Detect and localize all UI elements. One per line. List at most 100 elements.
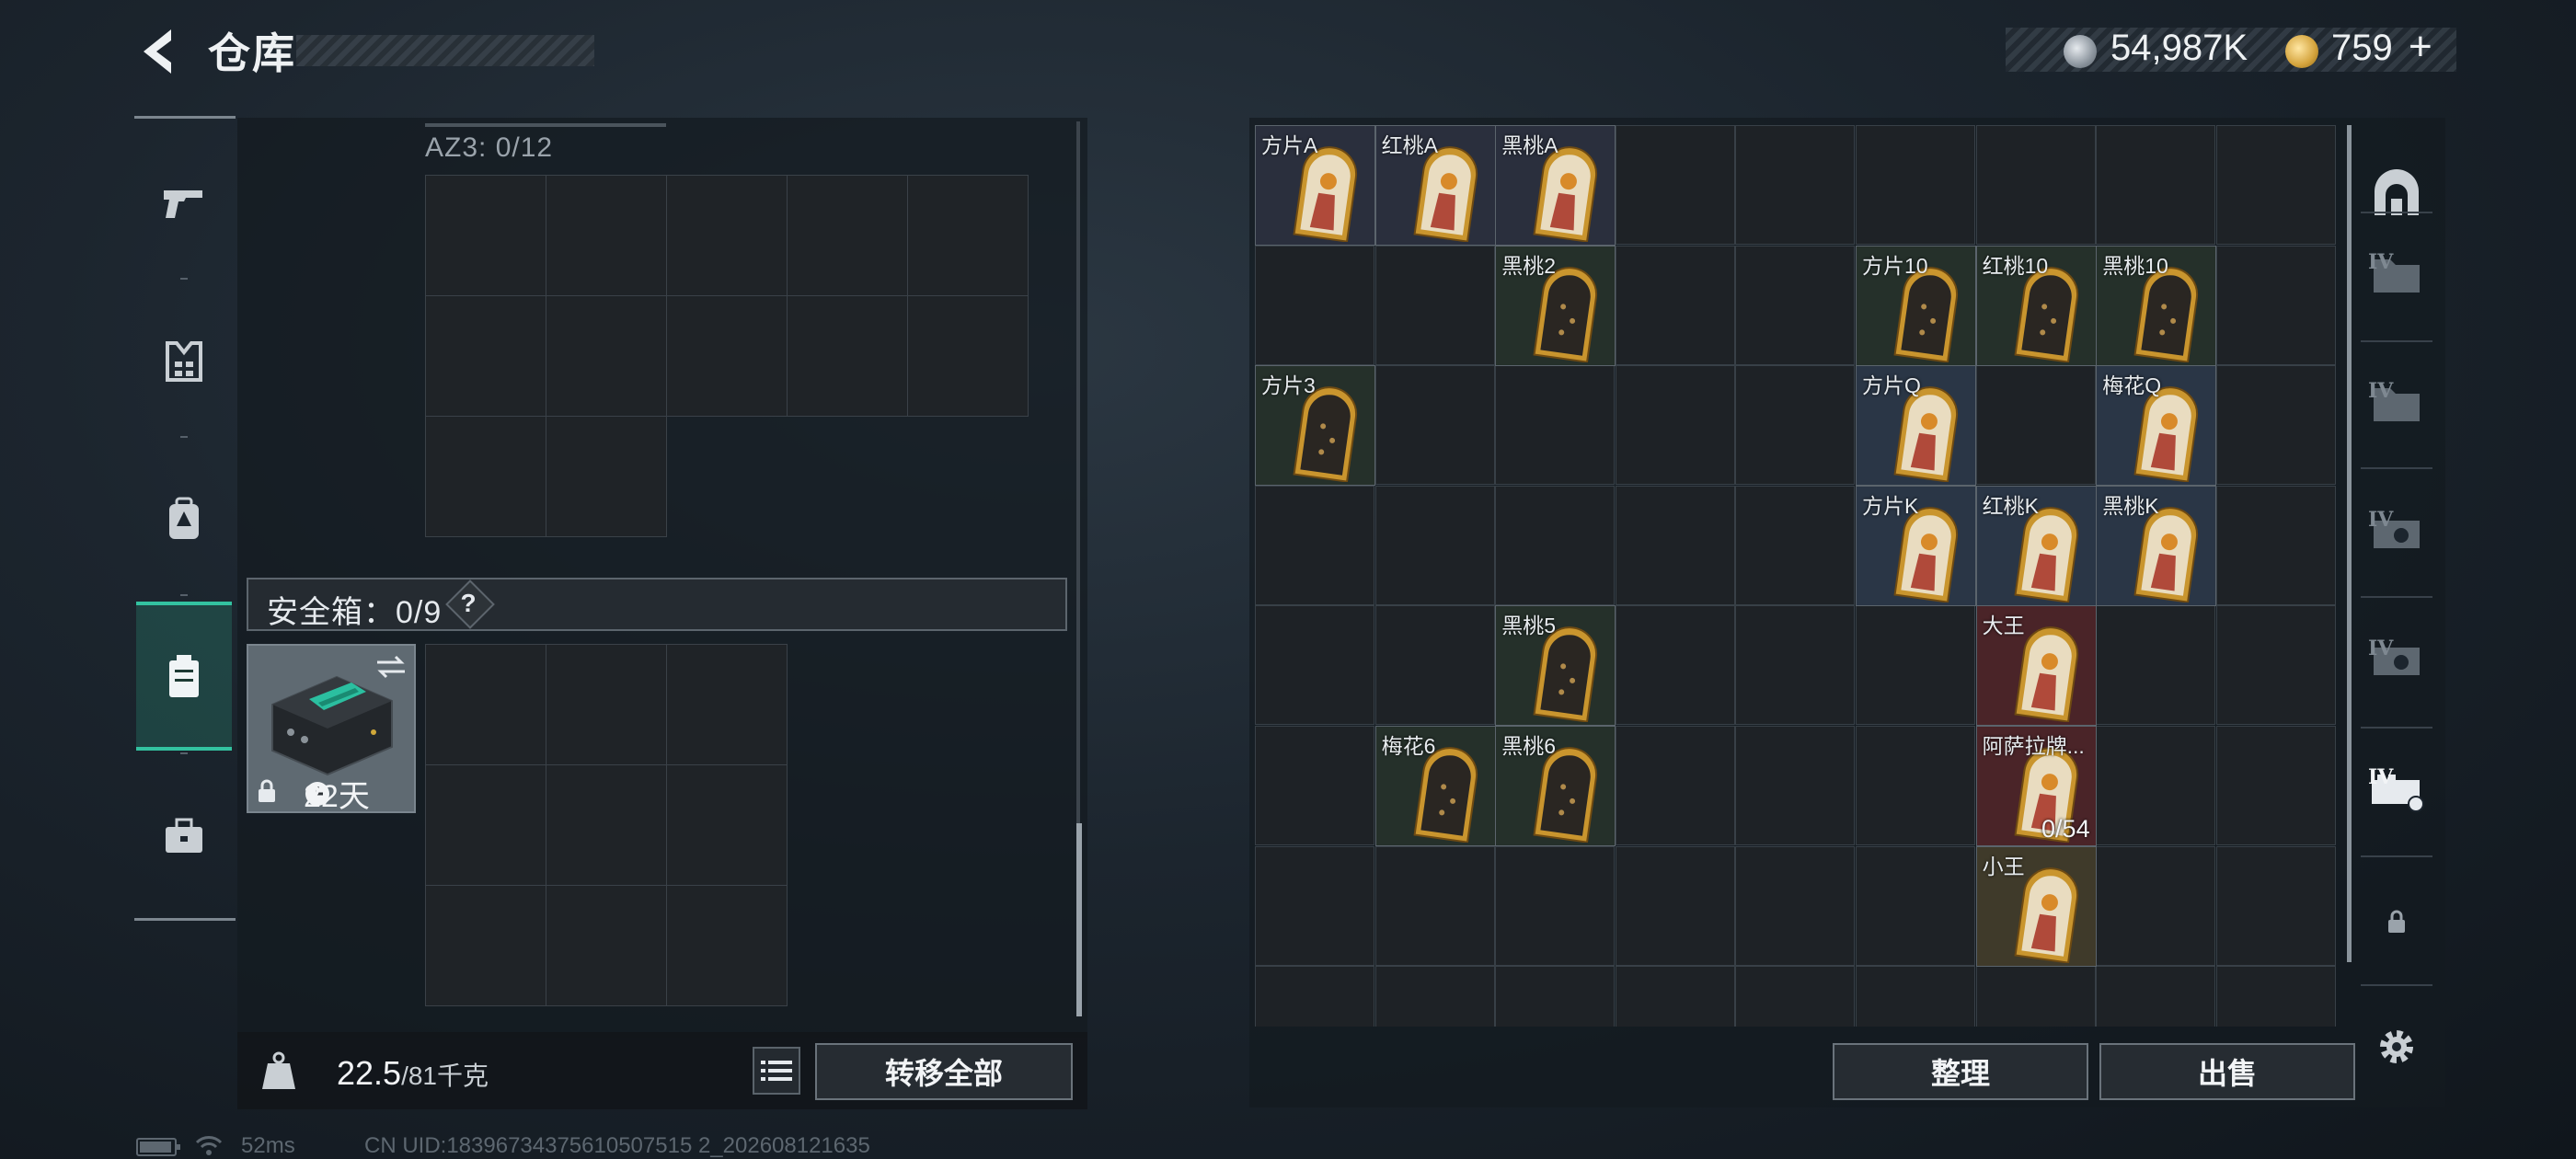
grid-cell[interactable] [546,885,667,1006]
stash-cell[interactable] [1374,845,1495,966]
sort-button[interactable]: 整理 [1833,1043,2088,1100]
stash-cell[interactable] [2215,485,2336,605]
stash-cell[interactable] [1374,245,1495,365]
stash-cell[interactable] [1735,845,1856,966]
stash-cell[interactable] [1495,845,1616,966]
card-item[interactable]: 方片3 [1255,365,1375,487]
stash-cell[interactable] [1975,966,2096,1027]
grid-cell[interactable] [546,644,667,765]
stash-tab-1[interactable] [2364,237,2429,311]
stash-cell[interactable] [1255,845,1374,966]
card-item[interactable]: 黑桃6 [1495,726,1616,846]
stash-cell[interactable] [2096,726,2216,845]
stash-cell[interactable] [2215,365,2336,486]
rail-backpack[interactable] [136,469,232,570]
stash-cell[interactable] [1615,726,1735,845]
card-item[interactable]: 方片K [1856,485,1976,606]
stash-cell[interactable] [2096,845,2216,966]
stash-cell[interactable] [1374,365,1495,486]
grid-cell[interactable] [666,885,788,1006]
stash-cell[interactable] [2096,966,2216,1027]
stash-cell[interactable] [1255,485,1374,605]
stash-cell[interactable] [1495,966,1616,1027]
stash-cell[interactable] [1615,605,1735,726]
stash-cell[interactable] [1374,966,1495,1027]
stash-cell[interactable] [1735,605,1856,726]
container-grid[interactable] [425,175,1029,539]
rail-briefcase[interactable] [136,786,232,887]
card-item[interactable]: 红桃A [1374,125,1496,246]
card-item[interactable]: 方片Q [1856,365,1976,487]
stash-cell[interactable] [1856,845,1975,966]
stash-cell[interactable] [2096,605,2216,726]
card-item[interactable]: 梅花6 [1374,726,1496,846]
rail-weapons[interactable] [136,153,232,254]
stash-cell[interactable] [1975,365,2096,486]
grid-cell[interactable] [425,416,546,537]
stash-cell[interactable] [1255,726,1374,845]
stash-cell[interactable] [1255,245,1374,365]
grid-cell[interactable] [425,295,546,417]
grid-cell[interactable] [425,644,546,765]
stash-cell[interactable] [1856,966,1975,1027]
grid-cell[interactable] [546,295,667,417]
stash-cell[interactable] [1615,125,1735,245]
card-item[interactable]: 大王 [1975,605,2097,727]
stash-scroll-thumb[interactable] [2347,125,2352,962]
card-item[interactable]: 黑桃10 [2096,245,2217,366]
card-item[interactable]: 小王 [1975,845,2097,967]
swap-icon[interactable] [374,653,408,681]
stash-cell[interactable] [1255,605,1374,726]
stash-cell[interactable] [1495,365,1616,486]
grid-cell[interactable] [666,644,788,765]
stash-cell[interactable] [1856,726,1975,845]
stash-cell[interactable] [1975,125,2096,245]
stash-cell[interactable] [2215,966,2336,1027]
grid-cell[interactable] [425,764,546,886]
stash-cell[interactable] [2215,845,2336,966]
stash-cell[interactable] [2215,245,2336,365]
stash-cell[interactable] [1735,966,1856,1027]
back-arrow-icon[interactable] [136,26,178,77]
stash-cell[interactable] [1735,245,1856,365]
stash-cell[interactable] [1615,365,1735,486]
card-item[interactable]: 黑桃K [2096,485,2217,606]
grid-cell[interactable] [546,764,667,886]
stash-cell[interactable] [1615,966,1735,1027]
safe-box-grid[interactable] [425,644,788,1006]
stash-cell[interactable] [1255,966,1374,1027]
card-item[interactable]: 梅花Q [2096,365,2217,487]
sell-button[interactable]: 出售 [2099,1043,2355,1100]
stash-cell[interactable] [1374,485,1495,605]
settings-button[interactable] [2364,1010,2429,1084]
grid-cell[interactable] [425,885,546,1006]
grid-cell[interactable] [787,175,908,296]
stash-cell[interactable] [1735,726,1856,845]
stash-cell[interactable] [2096,125,2216,245]
grid-cell[interactable] [787,295,908,417]
grid-cell[interactable] [546,175,667,296]
stash-cell[interactable] [1615,245,1735,365]
stash-cell[interactable] [1374,605,1495,726]
grid-cell[interactable] [666,764,788,886]
card-item[interactable]: 阿萨拉牌... 0/54 [1975,726,2097,846]
stash-cell[interactable] [1615,845,1735,966]
stash-cell[interactable] [1735,125,1856,245]
grid-cell[interactable] [666,295,788,417]
stash-tab-4[interactable] [2364,624,2429,697]
grid-cell[interactable] [546,416,667,537]
stash-cell[interactable] [1856,125,1975,245]
transfer-all-button[interactable]: 转移全部 [815,1043,1073,1100]
grid-cell[interactable] [907,295,1029,417]
card-item[interactable]: 红桃K [1975,485,2097,606]
rail-safebox[interactable] [136,602,232,751]
grid-cell[interactable] [666,175,788,296]
stash-tab-2[interactable] [2364,366,2429,440]
left-scroll-thumb[interactable] [1076,823,1082,1016]
stash-cell[interactable] [1735,485,1856,605]
stash-tab-home[interactable] [2364,156,2429,230]
rail-armor[interactable] [136,311,232,412]
grid-cell[interactable] [425,175,546,296]
stash-cell[interactable] [1856,605,1975,726]
card-item[interactable]: 方片10 [1856,245,1976,366]
